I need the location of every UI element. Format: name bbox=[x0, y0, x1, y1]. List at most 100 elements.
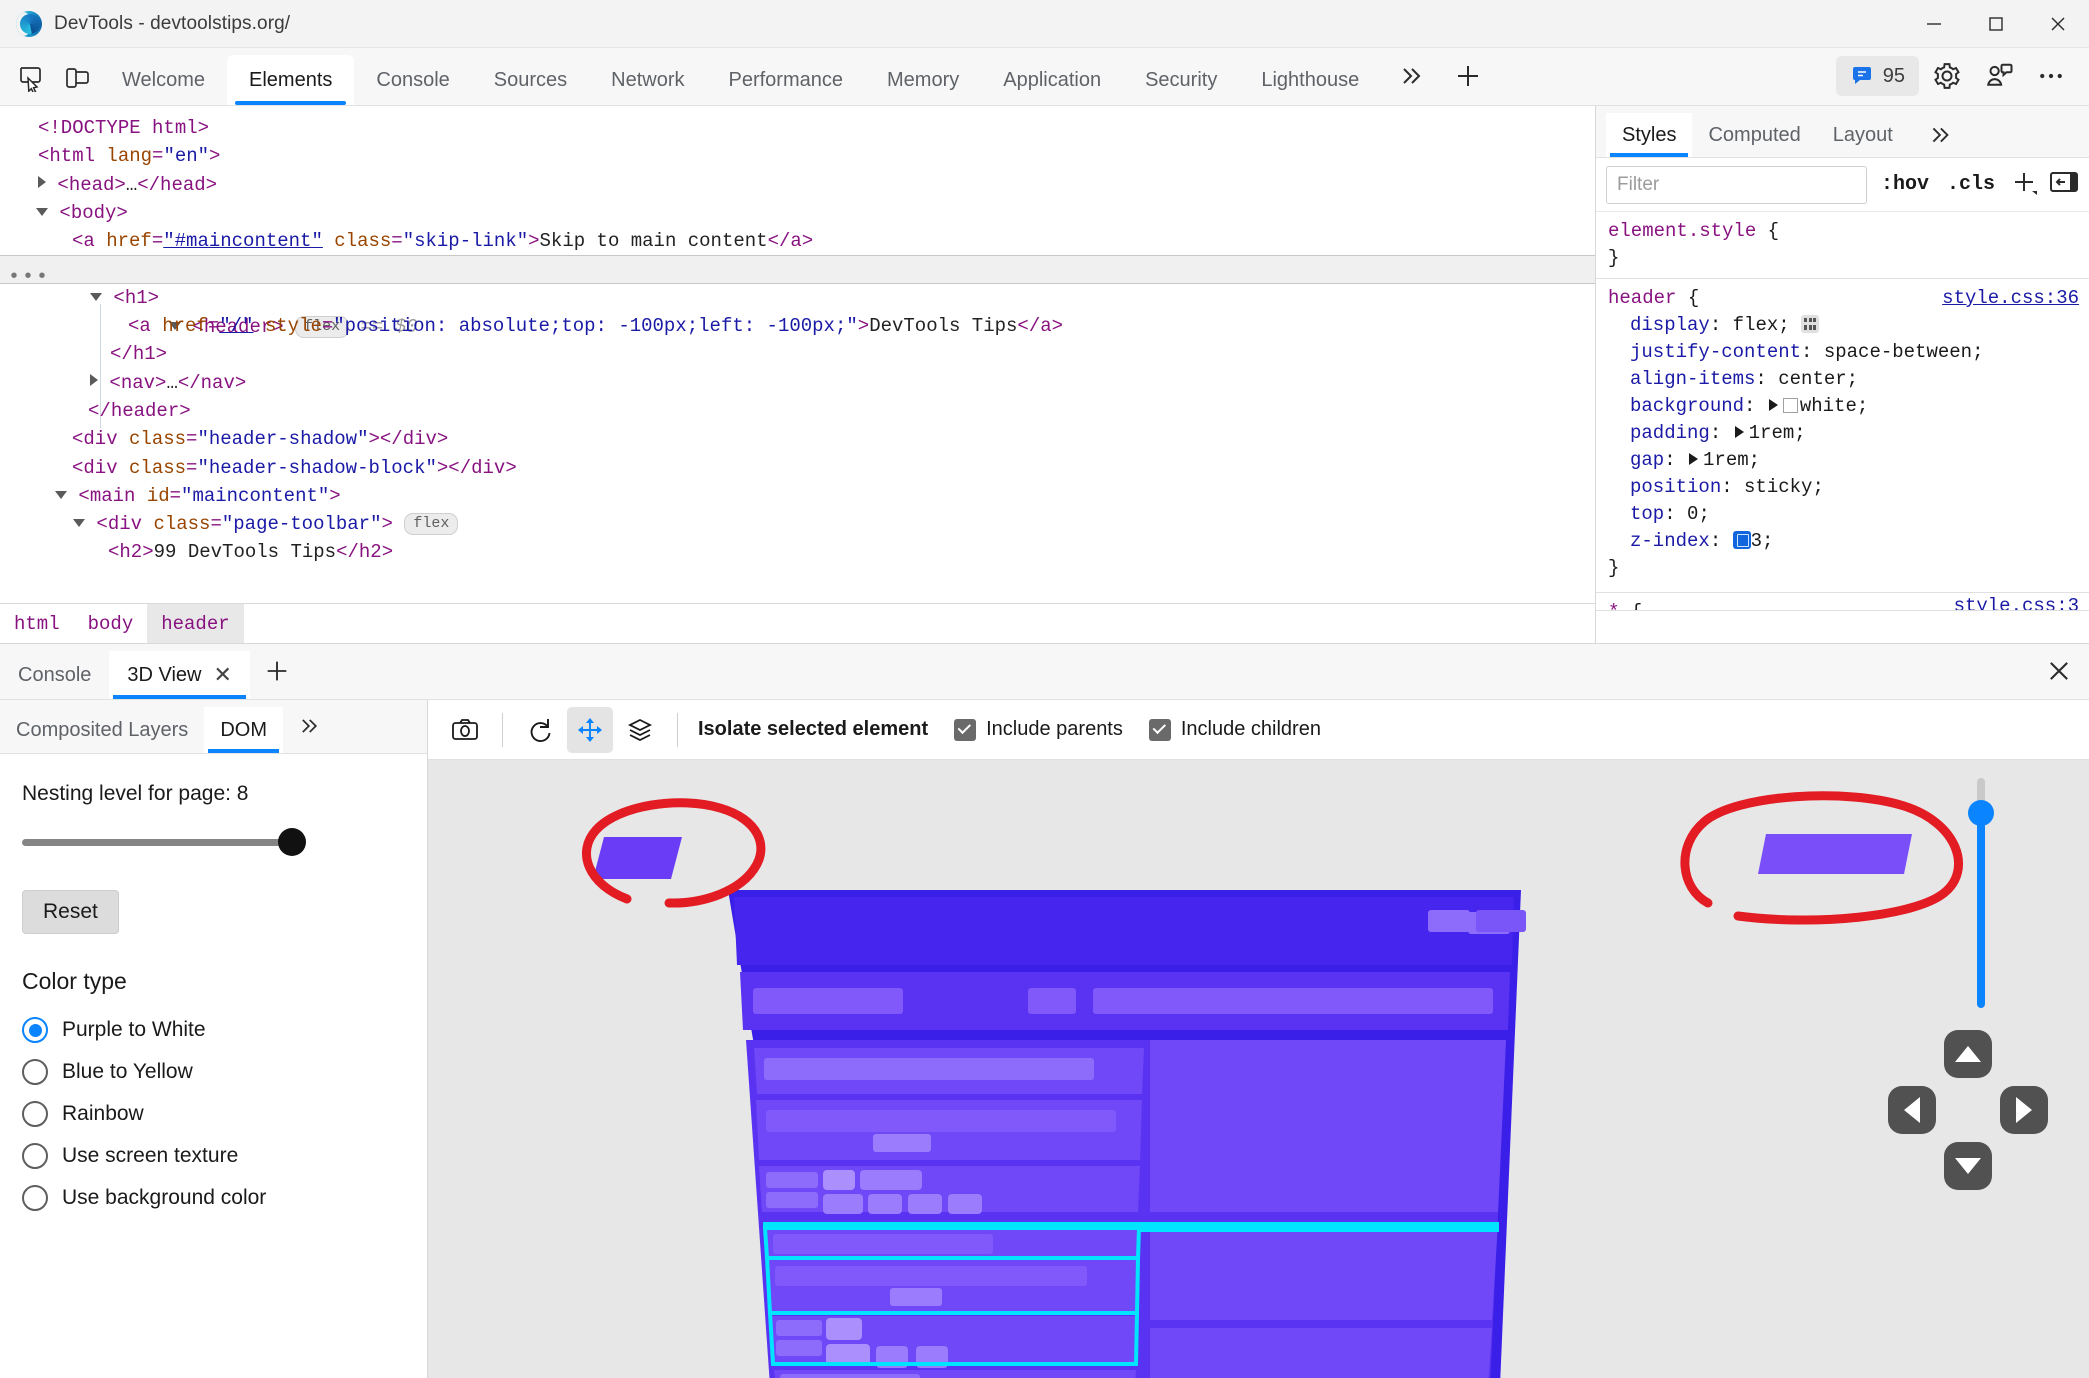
style-rule-next[interactable]: style.css:3 * { bbox=[1596, 593, 2089, 611]
radio-button[interactable] bbox=[22, 1017, 48, 1043]
dom-line-selected[interactable]: ••• <header> flex == $0 bbox=[0, 255, 1595, 339]
styles-filter-input[interactable]: Filter bbox=[1606, 165, 1867, 204]
feedback-person-icon[interactable] bbox=[1975, 52, 2023, 100]
subtab-dom[interactable]: DOM bbox=[204, 707, 283, 753]
slider-thumb[interactable] bbox=[278, 828, 306, 856]
minimize-icon[interactable] bbox=[1903, 0, 1965, 48]
declaration-background[interactable]: background: white; bbox=[1608, 393, 2089, 420]
dom-line[interactable]: <div class="header-shadow-block"></div> bbox=[0, 454, 1595, 482]
dom-line[interactable]: </header> bbox=[0, 397, 1595, 425]
style-rule-element-style[interactable]: element.style { } bbox=[1596, 212, 2089, 279]
tab-performance[interactable]: Performance bbox=[707, 55, 866, 105]
close-drawer-icon[interactable] bbox=[2029, 644, 2089, 699]
checkbox[interactable] bbox=[1148, 718, 1171, 741]
collapse-triangle-icon[interactable] bbox=[55, 490, 67, 499]
new-style-rule-plus-icon[interactable] bbox=[2009, 167, 2039, 202]
tab-computed[interactable]: Computed bbox=[1692, 113, 1816, 157]
collapse-triangle-icon[interactable] bbox=[36, 207, 48, 216]
radio-use-background-color[interactable]: Use background color bbox=[22, 1177, 405, 1219]
dpad-down-button[interactable] bbox=[1944, 1142, 1992, 1190]
close-icon[interactable] bbox=[2027, 0, 2089, 48]
flex-badge-icon[interactable] bbox=[1801, 315, 1820, 333]
add-panel-plus-icon[interactable] bbox=[1439, 47, 1497, 105]
expand-triangle-icon[interactable] bbox=[90, 373, 98, 386]
gear-icon[interactable] bbox=[1923, 52, 1971, 100]
rule-source-link[interactable]: style.css:36 bbox=[1942, 285, 2079, 312]
hov-toggle[interactable]: :hov bbox=[1877, 173, 1933, 196]
tab-network[interactable]: Network bbox=[589, 55, 706, 105]
collapse-triangle-icon[interactable] bbox=[73, 519, 85, 528]
radio-blue-to-yellow[interactable]: Blue to Yellow bbox=[22, 1051, 405, 1093]
checkbox-include-parents[interactable]: Include parents bbox=[954, 718, 1123, 741]
dpad-right-button[interactable] bbox=[2000, 1086, 2048, 1134]
3d-canvas[interactable] bbox=[428, 760, 2089, 1378]
dom-line[interactable]: <a href="#maincontent" class="skip-link"… bbox=[0, 227, 1595, 255]
radio-purple-to-white[interactable]: Purple to White bbox=[22, 1009, 405, 1051]
expand-arrow-icon[interactable] bbox=[1768, 399, 1778, 411]
collapse-triangle-icon[interactable] bbox=[90, 292, 102, 301]
checkbox[interactable] bbox=[954, 718, 977, 741]
nesting-level-slider[interactable] bbox=[22, 828, 405, 856]
radio-button[interactable] bbox=[22, 1143, 48, 1169]
dom-line[interactable]: <main id="maincontent"> bbox=[0, 482, 1595, 510]
inspect-element-icon[interactable] bbox=[8, 56, 54, 100]
dom-line[interactable]: <nav>…</nav> bbox=[0, 369, 1595, 397]
rule-selector[interactable]: element.style bbox=[1608, 220, 1756, 242]
tab-sources[interactable]: Sources bbox=[472, 55, 589, 105]
rule-selector[interactable]: header bbox=[1608, 287, 1676, 309]
zoom-slider-thumb[interactable] bbox=[1968, 800, 1994, 826]
expand-arrow-icon[interactable] bbox=[1689, 453, 1699, 465]
close-icon[interactable]: ✕ bbox=[214, 664, 232, 686]
checkbox-include-children[interactable]: Include children bbox=[1148, 718, 1321, 741]
z-index-badge-icon[interactable] bbox=[1732, 531, 1751, 549]
dom-line[interactable]: <body> bbox=[0, 199, 1595, 227]
device-toolbar-icon[interactable] bbox=[54, 56, 100, 100]
tab-layout[interactable]: Layout bbox=[1817, 113, 1909, 157]
tab-welcome[interactable]: Welcome bbox=[100, 55, 227, 105]
styles-more-tabs-icon[interactable] bbox=[1909, 113, 1969, 157]
declaration-gap[interactable]: gap: 1rem; bbox=[1608, 447, 2089, 474]
declaration-display[interactable]: display: flex; bbox=[1608, 312, 2089, 339]
reset-button[interactable]: Reset bbox=[22, 890, 119, 934]
declaration-top[interactable]: top: 0; bbox=[1608, 501, 2089, 528]
drawer-add-tab-plus-icon[interactable] bbox=[250, 644, 304, 699]
breadcrumb-item-body[interactable]: body bbox=[74, 604, 148, 644]
drawer-tab-3d-view[interactable]: 3D View ✕ bbox=[109, 651, 250, 699]
issues-badge[interactable]: 95 bbox=[1835, 56, 1919, 96]
breadcrumb-item-html[interactable]: html bbox=[0, 604, 74, 644]
dom-line[interactable]: <div class="header-shadow"></div> bbox=[0, 425, 1595, 453]
radio-button[interactable] bbox=[22, 1101, 48, 1127]
rule-source-link[interactable]: style.css:3 bbox=[1954, 593, 2079, 610]
refresh-icon[interactable] bbox=[517, 707, 563, 753]
radio-use-screen-texture[interactable]: Use screen texture bbox=[22, 1135, 405, 1177]
maximize-icon[interactable] bbox=[1965, 0, 2027, 48]
dom-line[interactable]: <a href="/" style="position: absolute;to… bbox=[0, 312, 1595, 340]
dom-line[interactable]: <h1> bbox=[0, 284, 1595, 312]
tab-elements[interactable]: Elements bbox=[227, 55, 355, 105]
cls-toggle[interactable]: .cls bbox=[1943, 173, 1999, 196]
layers-stack-icon[interactable] bbox=[617, 707, 663, 753]
dom-line[interactable]: <div class="page-toolbar"> flex bbox=[0, 510, 1595, 538]
dom-line[interactable]: <!DOCTYPE html> bbox=[0, 114, 1595, 142]
toggle-sidebar-icon[interactable] bbox=[2049, 170, 2079, 199]
tab-lighthouse[interactable]: Lighthouse bbox=[1239, 55, 1381, 105]
declaration-align-items[interactable]: align-items: center; bbox=[1608, 366, 2089, 393]
flex-badge[interactable]: flex bbox=[404, 513, 459, 536]
declaration-justify-content[interactable]: justify-content: space-between; bbox=[1608, 339, 2089, 366]
drawer-tab-console[interactable]: Console bbox=[0, 651, 109, 699]
declaration-position[interactable]: position: sticky; bbox=[1608, 474, 2089, 501]
dpad-up-button[interactable] bbox=[1944, 1030, 1992, 1078]
style-rule-header[interactable]: style.css:36 header { display: flex; jus… bbox=[1596, 279, 2089, 593]
subtab-composited-layers[interactable]: Composited Layers bbox=[0, 707, 204, 753]
breadcrumb-item-header[interactable]: header bbox=[147, 603, 244, 643]
more-horizontal-icon[interactable] bbox=[2027, 52, 2075, 100]
declaration-padding[interactable]: padding: 1rem; bbox=[1608, 420, 2089, 447]
radio-button[interactable] bbox=[22, 1059, 48, 1085]
declaration-z-index[interactable]: z-index: 3; bbox=[1608, 528, 2089, 555]
radio-button[interactable] bbox=[22, 1185, 48, 1211]
camera-icon[interactable] bbox=[442, 707, 488, 753]
tab-application[interactable]: Application bbox=[981, 55, 1123, 105]
color-swatch-white[interactable] bbox=[1782, 398, 1798, 413]
dom-line[interactable]: </h1> bbox=[0, 340, 1595, 368]
3d-dom-visualization[interactable] bbox=[428, 760, 2089, 1378]
